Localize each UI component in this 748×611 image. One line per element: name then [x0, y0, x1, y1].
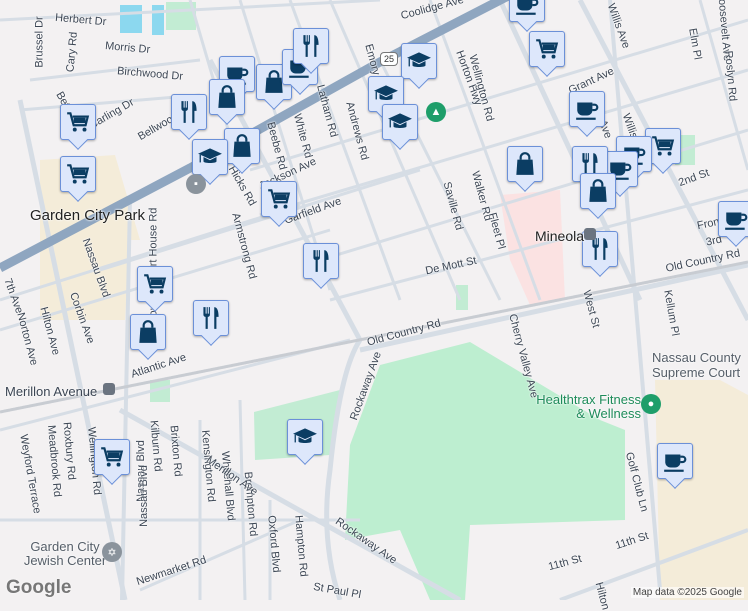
cart-icon: [650, 133, 676, 159]
place-jewish-center[interactable]: Garden City Jewish Center: [20, 540, 110, 568]
bag-icon: [585, 178, 611, 204]
grad-marker[interactable]: [287, 419, 323, 465]
cart-marker[interactable]: [529, 31, 565, 77]
grad-icon: [387, 109, 413, 135]
bag-icon: [135, 319, 161, 345]
place-court[interactable]: Nassau County Supreme Court: [652, 350, 748, 380]
grad-marker[interactable]: [401, 43, 437, 89]
cart-icon: [142, 271, 168, 297]
cart-marker[interactable]: [261, 181, 297, 227]
street-label: Brussel Dr: [33, 16, 46, 68]
place-garden-city-park[interactable]: Garden City Park: [30, 207, 145, 224]
fork-marker[interactable]: [303, 243, 339, 289]
synagogue-icon: ✡: [102, 542, 122, 562]
fork-icon: [198, 305, 224, 331]
grad-icon: [292, 424, 318, 450]
fork-icon: [298, 33, 324, 59]
bag-marker[interactable]: [507, 146, 543, 192]
bag-marker[interactable]: [224, 128, 260, 174]
bag-icon: [229, 133, 255, 159]
cart-marker[interactable]: [94, 439, 130, 485]
cart-marker[interactable]: [60, 104, 96, 150]
google-logo[interactable]: Google: [6, 577, 71, 599]
grad-marker[interactable]: [382, 104, 418, 150]
map-attribution[interactable]: Map data ©2025 Google: [630, 587, 744, 598]
cup-marker[interactable]: [569, 91, 605, 137]
bag-icon: [214, 84, 240, 110]
route-25-shield: 25: [380, 52, 398, 66]
cart-icon: [266, 186, 292, 212]
cart-marker[interactable]: [60, 156, 96, 202]
fork-marker[interactable]: [193, 300, 229, 346]
bag-icon: [512, 151, 538, 177]
cup-icon: [723, 206, 748, 232]
place-merillon-avenue[interactable]: Merillon Avenue: [5, 384, 97, 399]
bag-marker[interactable]: [130, 314, 166, 360]
cup-marker[interactable]: [657, 443, 693, 489]
place-mineola[interactable]: Mineola: [535, 228, 584, 245]
fork-icon: [176, 99, 202, 125]
park-pin-icon[interactable]: ▲: [426, 102, 446, 122]
cup-icon: [514, 0, 540, 17]
cup-marker[interactable]: [718, 201, 748, 247]
cart-icon: [65, 161, 91, 187]
cart-icon: [65, 109, 91, 135]
street-label: Nassau Blvd: [137, 465, 150, 527]
train-station-icon: [103, 383, 115, 395]
grad-icon: [197, 144, 223, 170]
cart-marker[interactable]: [137, 266, 173, 312]
cart-icon: [534, 36, 560, 62]
cup-marker[interactable]: [509, 0, 545, 32]
bag-marker[interactable]: [580, 173, 616, 219]
train-station-icon: [584, 228, 596, 240]
fork-icon: [308, 248, 334, 274]
fitness-pin-icon[interactable]: ●: [641, 394, 661, 414]
school-pin-icon[interactable]: ▪: [186, 174, 206, 194]
fork-marker[interactable]: [171, 94, 207, 140]
bag-marker[interactable]: [209, 79, 245, 125]
place-healthtrax[interactable]: Healthtrax Fitness & Wellness: [525, 393, 641, 421]
fork-marker[interactable]: [293, 28, 329, 74]
grad-icon: [406, 48, 432, 74]
cup-icon: [574, 96, 600, 122]
cup-icon: [662, 448, 688, 474]
cart-icon: [99, 444, 125, 470]
